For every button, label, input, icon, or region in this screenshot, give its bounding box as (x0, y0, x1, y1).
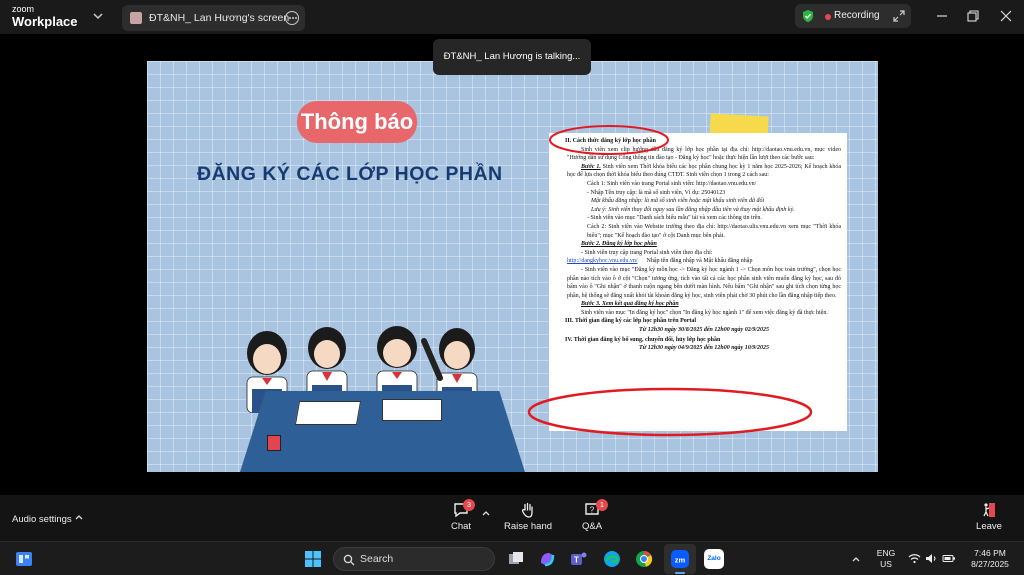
raise-hand-icon (521, 502, 533, 518)
chat-chevron-icon[interactable] (481, 508, 491, 518)
zoom-taskbar-active[interactable]: zm (664, 544, 696, 574)
leave-icon (983, 503, 995, 517)
minimize-icon[interactable] (935, 9, 949, 23)
method-1: Cách 1: Sinh viên vào trang Portal sinh … (587, 180, 757, 187)
slide-headline: ĐĂNG KÝ CÁC LỚP HỌC PHẦN (197, 163, 503, 185)
close-icon[interactable] (999, 9, 1013, 23)
language-line-1: ENG (876, 548, 896, 558)
language-indicator[interactable]: ENG US (873, 548, 899, 570)
annotation-circle-sections-3-4 (527, 387, 813, 437)
step-2-link-row: http://dangkyhoc.vnu.edu.vn/ Nhập tên đă… (567, 257, 841, 266)
leave-label: Leave (976, 521, 1002, 532)
recording-label: Recording (834, 10, 880, 21)
battery-icon[interactable] (942, 553, 956, 564)
recording-indicator[interactable]: Recording (795, 4, 911, 28)
method-1-menu: - Sinh viên vào mục "Danh sách biểu mẫu"… (587, 215, 762, 222)
title-bar: zoom Workplace ĐT&NH_ Lan Hương's screen… (0, 0, 1024, 34)
zalo-icon[interactable]: Zalo (704, 549, 724, 569)
edge-icon[interactable] (602, 549, 622, 569)
leave-button[interactable]: Leave (974, 501, 1004, 532)
step-1-label: Bước 1. (581, 163, 601, 170)
audio-settings-button[interactable]: Audio settings (12, 514, 72, 525)
method-2: Cách 2: Sinh viên vào Website trường the… (587, 223, 841, 239)
slide-badge: Thông báo (297, 101, 417, 143)
registration-link[interactable]: http://dangkyhoc.vnu.edu.vn/ (567, 258, 638, 264)
expand-icon[interactable] (893, 10, 905, 22)
annotation-circle-section-2 (549, 125, 669, 155)
windows-taskbar: Search T zm Zalo ENG US 7:46 PM 8/27/202… (0, 541, 1024, 575)
method-1-note: Lưu ý: Sinh viên thay đổi ngay sau lần đ… (591, 206, 795, 213)
zalo-label: Zalo (707, 555, 721, 562)
section-4-title: IV. Thời gian đăng ký bổ sung, chuyển đổ… (565, 336, 721, 343)
qa-button[interactable]: ? 1 Q&A (577, 499, 608, 532)
copilot-icon[interactable] (537, 549, 557, 569)
logo-line-2: Workplace (12, 14, 78, 29)
step-1: Bước 1. Sinh viên xem Thời khóa biểu các… (567, 163, 841, 180)
raise-hand-button[interactable]: Raise hand (503, 501, 553, 532)
svg-text:?: ? (590, 506, 595, 515)
wifi-icon[interactable] (908, 553, 921, 564)
step-1-text: Sinh viên xem Thời khóa biểu các học phầ… (567, 163, 842, 179)
step-2-title: Bước 2. Đăng ký lớp học phần (581, 241, 657, 248)
chevron-down-icon[interactable] (91, 9, 105, 23)
qa-badge: 1 (596, 499, 608, 511)
search-placeholder: Search (360, 553, 394, 565)
paper-illustration (294, 401, 362, 425)
section-4-time: Từ 12h30 ngày 04/9/2025 đến 12h00 ngày 1… (638, 345, 770, 352)
chrome-icon[interactable] (634, 549, 654, 569)
svg-text:T: T (574, 556, 579, 565)
chat-label: Chat (450, 521, 472, 532)
logo-line-1: zoom (12, 4, 35, 14)
method-1-username: - Nhập Tên truy cập: là mã số sinh viên,… (587, 189, 726, 196)
clock[interactable]: 7:46 PM 8/27/2025 (964, 548, 1016, 570)
zoom-logo: zoom Workplace (12, 4, 78, 29)
task-view-icon[interactable] (506, 549, 526, 569)
volume-icon[interactable] (925, 553, 938, 564)
widgets-icon[interactable] (14, 549, 34, 569)
step-3-title: Bước 3. Xem kết quả đăng ký học phần (581, 301, 679, 308)
talking-indicator: ĐT&NH_ Lan Hương is talking... (433, 39, 591, 75)
shared-screen-tab[interactable]: ĐT&NH_ Lan Hương's screen (122, 5, 305, 31)
chat-button[interactable]: 3 Chat (446, 499, 476, 532)
taskbar-search[interactable]: Search (333, 547, 495, 571)
clock-date: 8/27/2025 (971, 559, 1009, 569)
teams-icon[interactable]: T (569, 549, 589, 569)
more-options-icon[interactable] (285, 11, 299, 25)
shield-check-icon (803, 10, 813, 22)
language-line-2: US (880, 559, 892, 569)
raise-hand-label: Raise hand (503, 521, 553, 532)
step-3-text: Sinh viên vào mục "In đăng ký học" chọn … (581, 309, 828, 316)
method-1-password: Mật khẩu đăng nhập: là mã số sinh viên h… (591, 198, 765, 205)
step-2-text: - Sinh viên vào mục "Đăng ký môn học -> … (567, 266, 841, 299)
search-icon (343, 554, 355, 566)
tab-avatar-icon (130, 12, 142, 24)
chevron-up-icon[interactable] (74, 512, 84, 522)
windows-start-icon[interactable] (303, 549, 323, 569)
clock-time: 7:46 PM (974, 548, 1006, 558)
qa-label: Q&A (581, 521, 603, 532)
tab-title: ĐT&NH_ Lan Hương's screen (149, 12, 290, 24)
step-2-login: Nhập tên đăng nhập và Mật khẩu đăng nhập (646, 258, 753, 265)
pen-cup-illustration (267, 435, 281, 451)
chevron-up-icon[interactable] (851, 554, 861, 564)
zoom-meeting-window: zoom Workplace ĐT&NH_ Lan Hương's screen… (0, 0, 1024, 575)
meeting-toolbar: Audio settings 3 Chat Raise hand ? 1 Q&A… (0, 495, 1024, 541)
recording-dot (825, 14, 831, 20)
section-3-time: Từ 12h30 ngày 30/8/2025 đến 12h00 ngày 0… (638, 327, 770, 334)
notebook-illustration (382, 399, 442, 421)
zoom-app-icon: zm (671, 550, 689, 568)
shared-slide: Thông báo ĐĂNG KÝ CÁC LỚP HỌC PHẦN II. C… (147, 61, 878, 472)
section-3-title: III. Thời gian đăng ký các lớp học phần … (565, 318, 697, 325)
chat-badge: 3 (463, 499, 475, 511)
step-2-access: - Sinh viên truy cập trang Portal sinh v… (581, 249, 713, 256)
restore-icon[interactable] (966, 9, 980, 23)
svg-text:zm: zm (675, 556, 686, 565)
